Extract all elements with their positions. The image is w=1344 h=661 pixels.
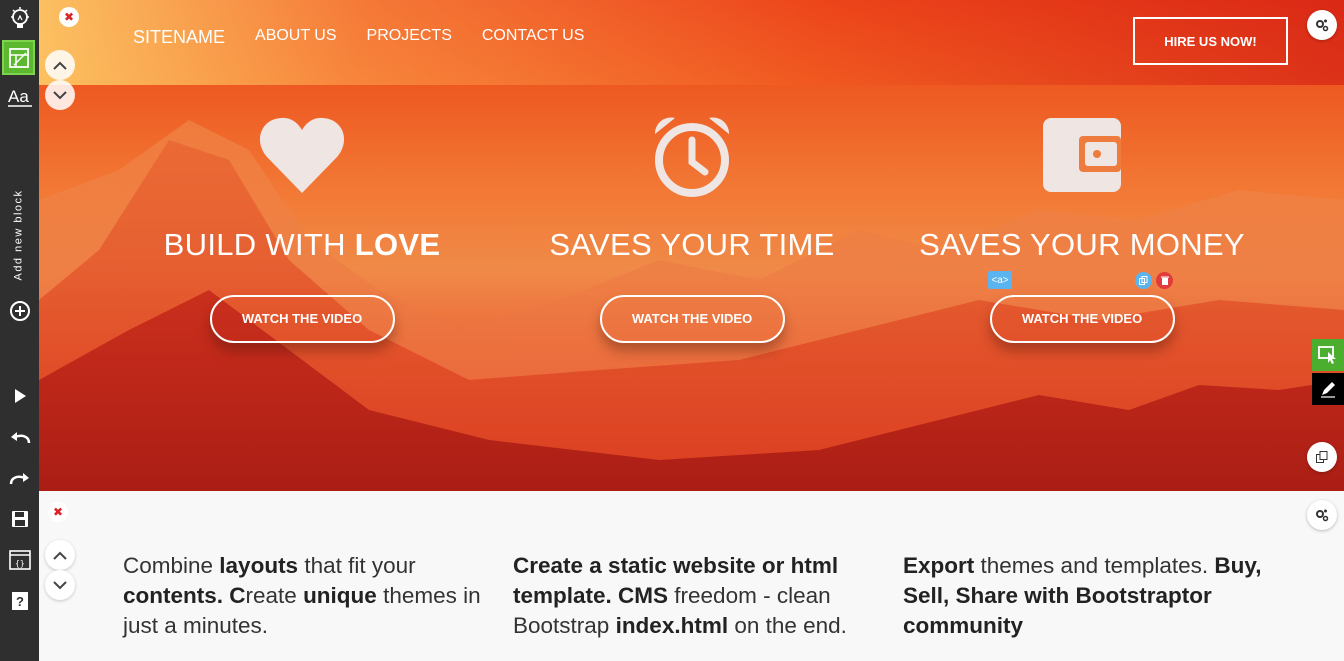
save-icon[interactable] <box>0 500 39 538</box>
text-column-3: Export themes and templates. Buy, Sell, … <box>903 553 1262 638</box>
select-mode-icon[interactable] <box>1312 339 1344 371</box>
feature-money: SAVES YOUR MONEY WATCH THE VIDEO <box>887 105 1277 343</box>
move-up-icon[interactable] <box>45 50 75 80</box>
feature-love: BUILD WITH LOVE WATCH THE VIDEO <box>107 105 497 343</box>
code-icon[interactable]: {} <box>0 541 39 579</box>
svg-text:?: ? <box>16 594 24 609</box>
main-nav: SITENAME ABOUT US PROJECTS CONTACT US <box>133 27 614 48</box>
feature-title: SAVES YOUR TIME <box>549 227 835 262</box>
editor-toolbar: Aa Add new block {} ? <box>0 0 39 661</box>
nav-brand[interactable]: SITENAME <box>133 27 225 48</box>
hire-us-button[interactable]: HIRE US NOW! <box>1133 17 1288 65</box>
feature-title: BUILD WITH LOVE <box>163 227 441 262</box>
lightbulb-icon[interactable] <box>0 0 39 38</box>
copy-block-icon[interactable] <box>1307 442 1337 472</box>
heart-icon <box>107 105 497 205</box>
plus-circle-icon[interactable] <box>0 292 39 330</box>
delete-element-icon[interactable] <box>1156 272 1173 289</box>
hero-section: SITENAME ABOUT US PROJECTS CONTACT US HI… <box>39 0 1344 491</box>
text-column-2: Create a static website or html template… <box>513 553 847 638</box>
alarm-clock-icon <box>497 105 887 205</box>
text-column-1: Combine layouts that fit your contents. … <box>123 553 481 638</box>
features-text-section: Combine layouts that fit your contents. … <box>39 491 1344 661</box>
watch-video-button[interactable]: WATCH THE VIDEO <box>209 295 395 343</box>
svg-text:{}: {} <box>15 559 25 568</box>
typography-icon[interactable]: Aa <box>0 78 39 116</box>
nav-link-contact[interactable]: CONTACT US <box>482 27 585 48</box>
svg-text:Aa: Aa <box>8 87 29 106</box>
element-tag-badge: <a> <box>988 271 1012 289</box>
play-icon[interactable] <box>0 377 39 415</box>
move-up-icon[interactable] <box>45 540 75 570</box>
watch-video-button[interactable]: WATCH THE VIDEO <box>989 295 1175 343</box>
redo-icon[interactable] <box>0 459 39 497</box>
add-new-block-label: Add new block <box>13 189 26 281</box>
edit-mode-icon[interactable] <box>1312 373 1344 405</box>
watch-video-button[interactable]: WATCH THE VIDEO <box>599 295 785 343</box>
nav-link-projects[interactable]: PROJECTS <box>367 27 452 48</box>
feature-title: SAVES YOUR MONEY <box>919 227 1245 262</box>
feature-time: SAVES YOUR TIME WATCH THE VIDEO <box>497 105 887 343</box>
move-down-icon[interactable] <box>45 80 75 110</box>
layout-icon[interactable] <box>2 40 35 75</box>
block-settings-icon[interactable] <box>1307 500 1337 530</box>
block-settings-icon[interactable] <box>1307 10 1337 40</box>
close-block-icon[interactable]: ✖ <box>48 502 68 522</box>
duplicate-element-icon[interactable] <box>1135 272 1152 289</box>
nav-link-about[interactable]: ABOUT US <box>255 27 337 48</box>
wallet-icon <box>887 105 1277 205</box>
help-icon[interactable]: ? <box>0 582 39 620</box>
move-down-icon[interactable] <box>45 570 75 600</box>
close-block-icon[interactable]: ✖ <box>59 7 79 27</box>
undo-icon[interactable] <box>0 418 39 456</box>
